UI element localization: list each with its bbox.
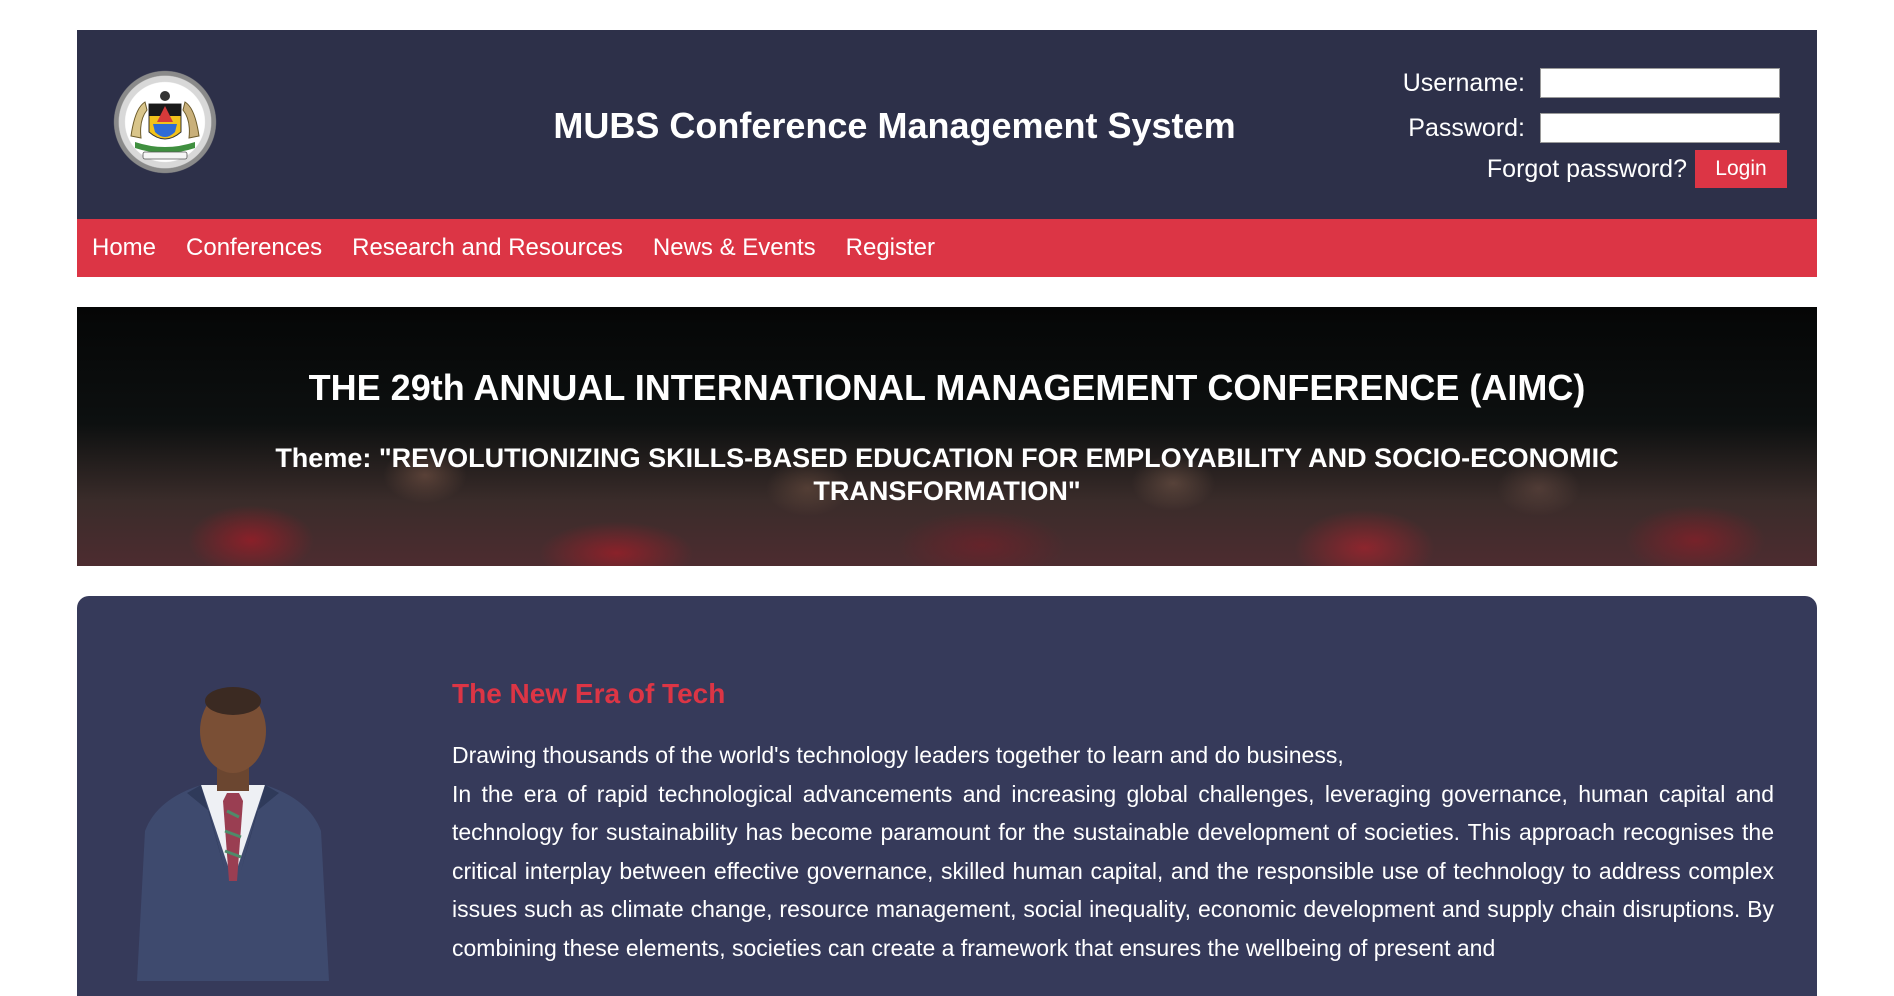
nav-item-conferences[interactable]: Conferences (186, 234, 322, 262)
article-heading: The New Era of Tech (452, 678, 726, 709)
site-header: MUBS Conference Management System Userna… (77, 30, 1817, 219)
main-nav: Home Conferences Research and Resources … (77, 219, 1817, 277)
content-card: The New Era of Tech Drawing thousands of… (77, 596, 1817, 996)
nav-item-register[interactable]: Register (846, 234, 935, 262)
nav-item-news-and-events[interactable]: News & Events (653, 234, 816, 262)
forgot-password-link[interactable]: Forgot password? (1487, 155, 1687, 184)
site-title: MUBS Conference Management System (553, 105, 1236, 146)
username-input[interactable] (1540, 68, 1780, 98)
article-body: In the era of rapid technological advanc… (452, 780, 1774, 961)
conference-banner: THE 29th ANNUAL INTERNATIONAL MANAGEMENT… (77, 307, 1817, 566)
university-crest-logo[interactable] (109, 66, 221, 178)
nav-item-home[interactable]: Home (92, 234, 156, 262)
login-actions: Forgot password? Login (1487, 150, 1787, 188)
password-label: Password: (1408, 113, 1525, 142)
password-row: Password: (1408, 113, 1780, 143)
banner-theme: Theme: "REVOLUTIONIZING SKILLS-BASED EDU… (275, 443, 1619, 506)
password-input[interactable] (1540, 113, 1780, 143)
banner-title: THE 29th ANNUAL INTERNATIONAL MANAGEMENT… (308, 367, 1586, 408)
article-intro: Drawing thousands of the world's technol… (452, 742, 1344, 768)
nav-item-research-and-resources[interactable]: Research and Resources (352, 234, 623, 262)
username-label: Username: (1402, 68, 1525, 97)
username-row: Username: (1403, 68, 1780, 98)
speaker-photo (117, 681, 349, 981)
article: The New Era of Tech Drawing thousands of… (452, 678, 1774, 968)
login-button[interactable]: Login (1695, 150, 1787, 188)
